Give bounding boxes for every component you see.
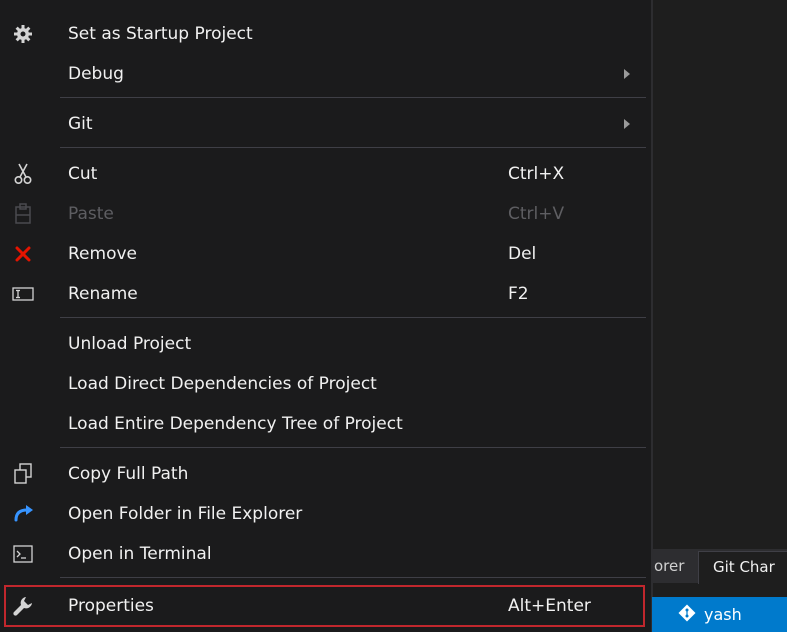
tab-git-changes[interactable]: Git Char xyxy=(698,551,787,584)
menu-separator xyxy=(60,97,646,98)
menu-item-label: Rename xyxy=(68,284,138,304)
menu-item-unload-project[interactable]: Unload Project xyxy=(0,324,652,364)
menu-edge xyxy=(651,0,653,632)
rename-icon xyxy=(10,281,36,307)
menu-item-shortcut: Del xyxy=(508,244,537,264)
menu-item-shortcut: F2 xyxy=(508,284,529,304)
menu-item-label: Copy Full Path xyxy=(68,464,189,484)
menu-item-open-in-terminal[interactable]: Open in Terminal xyxy=(0,534,652,574)
menu-item-label: Remove xyxy=(68,244,137,264)
menu-separator xyxy=(60,577,646,578)
menu-item-label: Set as Startup Project xyxy=(68,24,253,44)
menu-item-paste[interactable]: Paste Ctrl+V xyxy=(0,194,652,234)
scissors-icon xyxy=(10,161,36,187)
menu-item-label: Open Folder in File Explorer xyxy=(68,504,303,524)
menu-item-label: Cut xyxy=(68,164,98,184)
paste-icon xyxy=(10,201,36,227)
menu-item-label: Unload Project xyxy=(68,334,192,354)
menu-item-copy-full-path[interactable]: Copy Full Path xyxy=(0,454,652,494)
submenu-arrow-icon xyxy=(624,119,630,129)
menu-item-label: Paste xyxy=(68,204,114,224)
terminal-icon xyxy=(10,541,36,567)
submenu-arrow-icon xyxy=(624,69,630,79)
menu-item-set-startup[interactable]: Set as Startup Project xyxy=(0,14,652,54)
menu-item-load-direct-dependencies[interactable]: Load Direct Dependencies of Project xyxy=(0,364,652,404)
git-branch-status[interactable]: yash xyxy=(678,604,742,626)
menu-item-label: Load Direct Dependencies of Project xyxy=(68,374,377,394)
menu-item-label: Load Entire Dependency Tree of Project xyxy=(68,414,403,434)
menu-item-label: Open in Terminal xyxy=(68,544,212,564)
context-menu: Set as Startup Project Debug Git Cut Ctr… xyxy=(0,0,652,632)
menu-item-label: Debug xyxy=(68,64,124,84)
menu-item-load-entire-dependency-tree[interactable]: Load Entire Dependency Tree of Project xyxy=(0,404,652,444)
menu-item-git[interactable]: Git xyxy=(0,104,652,144)
menu-item-remove[interactable]: Remove Del xyxy=(0,234,652,274)
git-icon xyxy=(678,604,696,626)
copy-icon xyxy=(10,461,36,487)
status-bar: yash xyxy=(652,597,787,632)
menu-separator xyxy=(60,147,646,148)
gear-icon xyxy=(10,21,36,47)
branch-name: yash xyxy=(704,605,742,624)
menu-item-label: Git xyxy=(68,114,93,134)
tab-solution-explorer[interactable]: orer xyxy=(652,549,684,583)
menu-item-debug[interactable]: Debug xyxy=(0,54,652,94)
menu-separator xyxy=(60,317,646,318)
menu-item-shortcut: Ctrl+V xyxy=(508,204,565,224)
remove-icon xyxy=(10,241,36,267)
menu-item-rename[interactable]: Rename F2 xyxy=(0,274,652,314)
tool-window-tabs: orer Git Char xyxy=(652,549,787,584)
menu-separator xyxy=(60,447,646,448)
folder-open-icon xyxy=(10,501,36,527)
menu-item-shortcut: Ctrl+X xyxy=(508,164,565,184)
menu-item-open-folder-in-explorer[interactable]: Open Folder in File Explorer xyxy=(0,494,652,534)
menu-item-cut[interactable]: Cut Ctrl+X xyxy=(0,154,652,194)
properties-highlight-box xyxy=(4,585,645,627)
